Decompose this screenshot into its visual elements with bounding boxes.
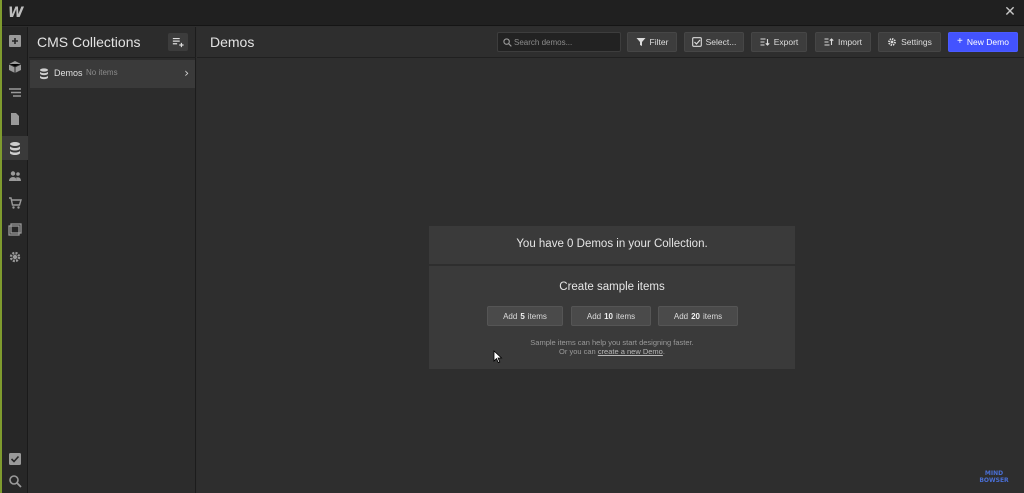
cms-collections-panel: CMS Collections Demos No items › — [29, 27, 196, 493]
add-label: Add — [586, 311, 602, 321]
empty-state-message: You have 0 Demos in your Collection. — [516, 238, 708, 250]
add-collection-icon — [172, 37, 184, 48]
add-20-items-button[interactable]: Add 20 items — [658, 306, 738, 326]
close-icon[interactable]: ✕ — [1002, 4, 1018, 20]
cms-database-icon[interactable] — [2, 136, 28, 160]
collection-item-demos[interactable]: Demos No items › — [30, 60, 195, 88]
main-header: Demos Filter Select... Export Import — [197, 27, 1024, 58]
database-icon — [40, 68, 48, 80]
collection-status: No items — [86, 68, 118, 77]
app-window: W ✕ CMS Collections Demos No items › Dem… — [0, 0, 1024, 493]
empty-state-header: You have 0 Demos in your Collection. — [429, 226, 795, 266]
collection-name: Demos — [54, 68, 83, 78]
import-label: Import — [837, 37, 863, 47]
filter-button[interactable]: Filter — [627, 32, 677, 52]
import-button[interactable]: Import — [815, 32, 871, 52]
search-icon — [503, 38, 512, 47]
import-icon — [824, 38, 834, 46]
search-icon[interactable] — [2, 469, 28, 493]
create-new-demo-link[interactable]: create a new Demo — [598, 347, 663, 356]
note-prefix: Or you can — [559, 347, 596, 356]
select-label: Select... — [705, 37, 737, 47]
export-label: Export — [773, 37, 799, 47]
page-title: Demos — [210, 34, 255, 50]
assets-icon[interactable] — [2, 218, 28, 242]
chevron-right-icon: › — [184, 66, 189, 80]
new-demo-label: New Demo — [966, 37, 1009, 47]
add-count: 5 — [520, 311, 525, 321]
mouse-cursor-icon — [493, 350, 503, 364]
add-suffix: items — [527, 311, 547, 321]
empty-state-card: You have 0 Demos in your Collection. Cre… — [429, 226, 795, 369]
add-suffix: items — [703, 311, 723, 321]
navigator-icon[interactable] — [2, 81, 28, 105]
add-count: 20 — [691, 311, 700, 321]
sample-items-heading: Create sample items — [559, 281, 665, 293]
checkbox-icon[interactable] — [2, 447, 28, 471]
note-suffix: . — [662, 347, 665, 356]
main-panel: Demos Filter Select... Export Import — [197, 27, 1024, 493]
export-button[interactable]: Export — [751, 32, 807, 52]
watermark-line2: BOWSER — [979, 477, 1009, 484]
add-label: Add — [503, 311, 518, 321]
plus-icon: + — [957, 36, 963, 47]
watermark-logo: MIND BOWSER — [972, 470, 1016, 486]
sample-note-line2: Or you can create a new Demo. — [429, 347, 795, 356]
filter-icon — [636, 38, 646, 46]
add-count: 10 — [604, 311, 613, 321]
cart-icon[interactable] — [2, 191, 28, 215]
panel-title: CMS Collections — [37, 34, 141, 50]
select-checkbox-icon — [691, 37, 702, 47]
new-demo-button[interactable]: + New Demo — [948, 32, 1018, 52]
users-icon[interactable] — [2, 164, 28, 188]
sample-note-line1: Sample items can help you start designin… — [530, 338, 694, 347]
gear-icon — [888, 38, 897, 46]
add-collection-button[interactable] — [168, 33, 188, 51]
top-bar: W ✕ — [2, 0, 1024, 26]
search-box[interactable] — [497, 32, 621, 52]
add-suffix: items — [616, 311, 636, 321]
box-icon[interactable] — [2, 55, 28, 79]
settings-gear-icon[interactable] — [2, 245, 28, 269]
select-button[interactable]: Select... — [684, 32, 744, 52]
settings-label: Settings — [901, 37, 932, 47]
panel-header: CMS Collections — [29, 27, 196, 58]
watermark-line1: MIND — [984, 470, 1004, 477]
add-5-items-button[interactable]: Add 5 items — [487, 306, 563, 326]
add-element-icon[interactable] — [2, 29, 28, 53]
webflow-logo[interactable]: W — [8, 5, 24, 21]
add-label: Add — [673, 311, 689, 321]
settings-button[interactable]: Settings — [878, 32, 941, 52]
left-toolbar — [2, 27, 28, 493]
export-icon — [760, 38, 770, 46]
filter-label: Filter — [649, 37, 669, 47]
search-input[interactable] — [514, 35, 618, 49]
pages-icon[interactable] — [2, 107, 28, 131]
add-10-items-button[interactable]: Add 10 items — [571, 306, 651, 326]
